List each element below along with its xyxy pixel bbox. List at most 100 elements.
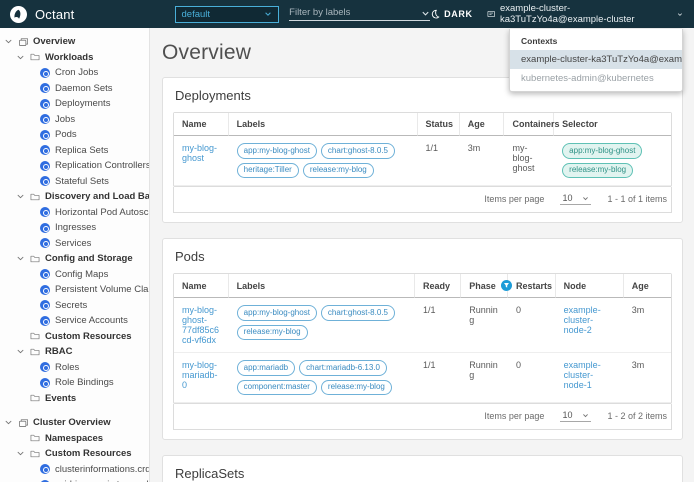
sidebar-item-events[interactable]: Events: [0, 391, 149, 407]
label-tag: app:mariadb: [236, 360, 296, 376]
table-row: my-blog-ghost app:my-blog-ghost chart:gh…: [174, 136, 671, 186]
sidebar-item-config-and-storage[interactable]: Config and Storage: [0, 251, 149, 267]
sidebar-item-label: Role Bindings: [55, 377, 114, 389]
sidebar-item-daemon-sets[interactable]: Daemon Sets: [0, 81, 149, 97]
sidebar-item-discovery-load-balancing[interactable]: Discovery and Load Balancing: [0, 189, 149, 205]
chevron-down-icon[interactable]: [421, 9, 430, 18]
col-header-name: Name: [174, 274, 229, 298]
chevron-down-icon[interactable]: [16, 347, 25, 356]
folder-icon: [30, 192, 40, 202]
sidebar-item-secrets[interactable]: Secrets: [0, 298, 149, 314]
label-tag: component:master: [236, 379, 317, 395]
chevron-down-icon[interactable]: [16, 192, 25, 201]
col-header-restarts: Restarts: [507, 274, 556, 298]
sidebar-item-custom-resources[interactable]: Custom Resources: [0, 329, 149, 345]
sidebar-item-cluster-custom-resources[interactable]: Custom Resources: [0, 446, 149, 462]
secrets-icon: [40, 300, 50, 311]
label-filter: [289, 7, 431, 21]
sidebar-item-overview[interactable]: Overview: [0, 34, 149, 50]
sidebar-item-label: clusterinformations.crd.projec: [55, 463, 149, 475]
cron-jobs-icon: [40, 67, 50, 78]
selector-tag: app:my-blog-ghost: [562, 143, 643, 159]
chevron-down-icon[interactable]: [16, 449, 25, 458]
sidebar-item-label: Config Maps: [55, 268, 109, 280]
deployment-name-link[interactable]: my-blog-ghost: [182, 143, 217, 163]
folder-icon: [30, 347, 40, 357]
folder-icon: [30, 254, 40, 264]
age-cell: 3m: [459, 136, 505, 186]
node-link[interactable]: example-cluster-node-2: [564, 305, 601, 335]
label-filter-input[interactable]: [289, 7, 422, 18]
sidebar-item-label: Secrets: [55, 299, 88, 311]
status-cell: 1/1: [417, 136, 460, 186]
page-size-select[interactable]: 10: [560, 193, 592, 205]
sidebar-item-label: Daemon Sets: [55, 82, 113, 94]
sidebar-item-jobs[interactable]: Jobs: [0, 112, 149, 128]
sidebar-item-replica-sets[interactable]: Replica Sets: [0, 143, 149, 159]
sidebar-item-workloads[interactable]: Workloads: [0, 50, 149, 66]
jobs-icon: [40, 114, 50, 125]
label-tag: release:my-blog: [236, 324, 308, 340]
sidebar-item-persistent-volume-claims[interactable]: Persistent Volume Claims: [0, 282, 149, 298]
col-header-labels: Labels: [228, 113, 418, 136]
app-header: Octant default DARK example-cluster-ka3T…: [0, 0, 694, 28]
context-option-selected[interactable]: example-cluster-ka3TuTzYo4a@example-clu.…: [510, 50, 682, 69]
sidebar-item-clusterinformations[interactable]: clusterinformations.crd.projec: [0, 462, 149, 478]
sidebar-item-deployments[interactable]: Deployments: [0, 96, 149, 112]
chevron-down-icon[interactable]: [4, 37, 13, 46]
context-option[interactable]: kubernetes-admin@kubernetes: [510, 69, 682, 88]
sidebar-item-rbac[interactable]: RBAC: [0, 344, 149, 360]
phase-cell: Running: [461, 353, 508, 403]
pod-name-link[interactable]: my-blog-ghost-77df85c6cd-vf6dx: [182, 305, 219, 345]
sidebar-item-label: Namespaces: [45, 432, 104, 444]
age-cell: 3m: [623, 353, 671, 403]
page-size-select[interactable]: 10: [560, 410, 592, 422]
folder-icon: [30, 52, 40, 62]
context-selector[interactable]: example-cluster-ka3TuTzYo4a@example-clus…: [487, 3, 683, 25]
restarts-cell: 0: [507, 353, 556, 403]
sidebar-item-replication-controllers[interactable]: Replication Controllers: [0, 158, 149, 174]
pagination-range: 1 - 1 of 1 items: [607, 194, 667, 204]
sidebar-item-roles[interactable]: Roles: [0, 360, 149, 376]
chevron-down-icon[interactable]: [4, 418, 13, 427]
deployments-icon: [40, 98, 50, 109]
sidebar-item-horizontal-pod-autoscalers[interactable]: Horizontal Pod Autoscalers: [0, 205, 149, 221]
main-content: Overview Deployments Name Labels Status …: [150, 28, 694, 482]
chevron-down-icon[interactable]: [16, 53, 25, 62]
namespace-select[interactable]: default: [174, 5, 280, 23]
roles-icon: [40, 362, 50, 373]
sidebar-item-label: Stateful Sets: [55, 175, 109, 187]
page-size-value: 10: [562, 410, 573, 420]
sidebar-item-ingresses[interactable]: Ingresses: [0, 220, 149, 236]
sidebar-item-label: Roles: [55, 361, 80, 373]
sidebar-item-namespaces[interactable]: Namespaces: [0, 431, 149, 447]
hpa-icon: [40, 207, 50, 218]
node-link[interactable]: example-cluster-node-1: [564, 360, 601, 390]
sidebar-item-cluster-overview[interactable]: Cluster Overview: [0, 415, 149, 431]
sidebar-item-label: Replica Sets: [55, 144, 109, 156]
sidebar-item-label: Workloads: [45, 51, 94, 63]
sidebar-item-service-accounts[interactable]: Service Accounts: [0, 313, 149, 329]
sidebar-item-services[interactable]: Services: [0, 236, 149, 252]
col-header-labels: Labels: [228, 274, 416, 298]
dark-theme-toggle[interactable]: DARK: [430, 9, 472, 19]
pod-name-link[interactable]: my-blog-mariadb-0: [182, 360, 218, 390]
sidebar-item-role-bindings[interactable]: Role Bindings: [0, 375, 149, 391]
pagination-range: 1 - 2 of 2 items: [607, 411, 667, 421]
chevron-down-icon[interactable]: [16, 254, 25, 263]
label-tag: chart:ghost-8.0.5: [320, 143, 395, 159]
sidebar-item-cron-jobs[interactable]: Cron Jobs: [0, 65, 149, 81]
sidebar-item-pods[interactable]: Pods: [0, 127, 149, 143]
sidebar-item-label: Events: [45, 392, 77, 404]
role-bindings-icon: [40, 377, 50, 388]
deployments-table: Name Labels Status Age Containers Select…: [173, 112, 672, 187]
label-tag: release:my-blog: [320, 379, 392, 395]
sidebar-item-stateful-sets[interactable]: Stateful Sets: [0, 174, 149, 190]
phase-filter-icon[interactable]: [500, 280, 512, 291]
col-header-phase: Phase: [469, 280, 496, 291]
overview-icon: [18, 37, 28, 47]
sidebar-item-csidrivers[interactable]: csidrivers.csi.storage.k8s.io: [0, 477, 149, 482]
replication-controllers-icon: [40, 160, 50, 171]
pagination: Items per page 10 1 - 1 of 1 items: [173, 187, 672, 213]
sidebar-item-config-maps[interactable]: Config Maps: [0, 267, 149, 283]
